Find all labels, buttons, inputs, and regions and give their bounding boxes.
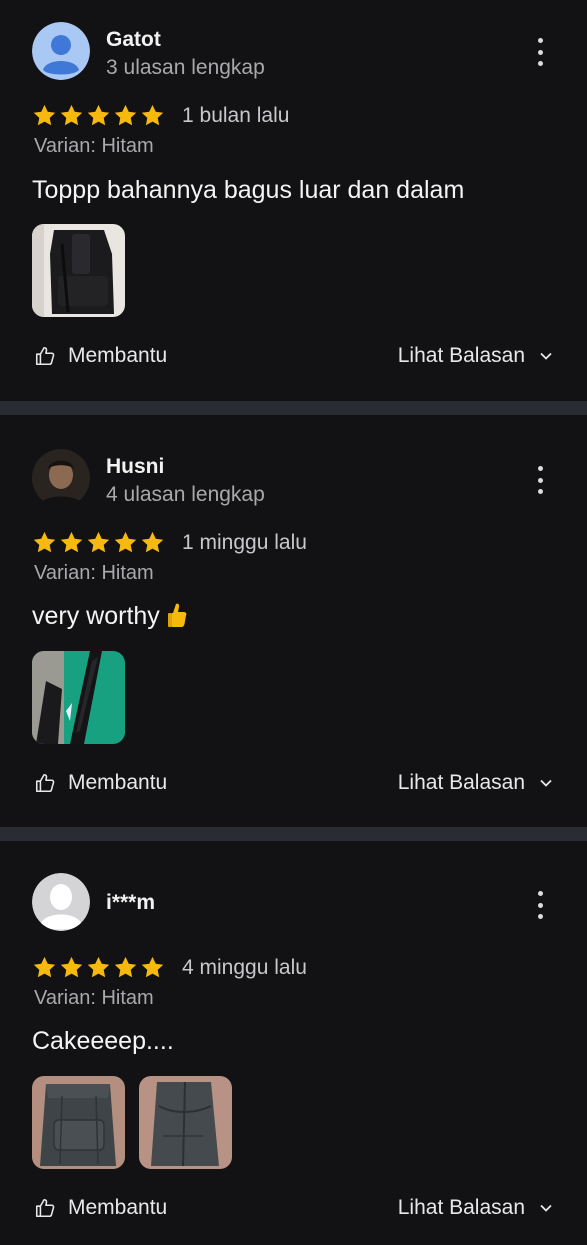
thumbs-up-emoji	[167, 603, 187, 627]
review-card: Gatot 3 ulasan lengkap 1 bulan lalu Vari…	[0, 0, 587, 401]
reviewer-name[interactable]: Gatot	[106, 28, 161, 52]
more-vert-icon	[537, 466, 543, 471]
star-icon	[60, 956, 83, 978]
star-icon	[87, 104, 110, 126]
review-text: Toppp bahannya bagus luar dan dalam	[32, 176, 465, 204]
star-rating	[32, 955, 165, 980]
view-replies-label: Lihat Balasan	[397, 771, 525, 794]
thumbs-up-outline-icon	[35, 346, 55, 366]
star-icon	[60, 531, 83, 553]
review-variant: Varian: Hitam	[34, 987, 154, 1009]
star-icon	[60, 104, 83, 126]
view-replies-button[interactable]: Lihat Balasan	[398, 344, 553, 368]
star-rating	[32, 103, 165, 128]
avatar[interactable]	[32, 449, 90, 507]
more-vert-icon	[537, 38, 543, 43]
more-options-button[interactable]	[537, 891, 543, 919]
review-photos	[32, 1076, 232, 1169]
star-icon	[114, 531, 137, 553]
view-replies-label: Lihat Balasan	[397, 1196, 525, 1219]
helpful-button[interactable]: Membantu	[34, 771, 167, 795]
review-divider	[0, 401, 587, 415]
reviewer-review-count: 3 ulasan lengkap	[106, 56, 265, 79]
star-icon	[141, 956, 164, 978]
reviewer-review-count: 4 ulasan lengkap	[106, 483, 265, 506]
view-replies-button[interactable]: Lihat Balasan	[398, 1196, 553, 1220]
chevron-down-icon	[540, 1204, 552, 1212]
review-variant: Varian: Hitam	[34, 135, 154, 157]
avatar[interactable]	[32, 873, 90, 931]
more-options-button[interactable]	[537, 466, 543, 494]
helpful-button[interactable]: Membantu	[34, 1196, 167, 1220]
review-time: 4 minggu lalu	[182, 956, 307, 979]
star-icon	[87, 531, 110, 553]
review-text-content: very worthy	[32, 602, 160, 630]
star-icon	[33, 531, 56, 553]
chevron-down-icon	[540, 352, 552, 360]
user-photo-avatar	[32, 449, 90, 507]
review-time: 1 bulan lalu	[182, 104, 290, 127]
star-rating	[32, 530, 165, 555]
helpful-button[interactable]: Membantu	[34, 344, 167, 368]
review-time: 1 minggu lalu	[182, 531, 307, 554]
default-avatar-icon	[32, 22, 90, 80]
star-icon	[33, 104, 56, 126]
view-replies-button[interactable]: Lihat Balasan	[398, 771, 553, 795]
review-photo[interactable]	[139, 1076, 232, 1169]
review-divider	[0, 827, 587, 841]
view-replies-label: Lihat Balasan	[397, 344, 525, 367]
helpful-label: Membantu	[68, 771, 168, 794]
thumbs-up-outline-icon	[35, 773, 55, 793]
reviewer-name[interactable]: i***m	[106, 891, 155, 915]
review-photo[interactable]	[32, 651, 125, 744]
star-icon	[114, 104, 137, 126]
review-text: very worthy	[32, 602, 188, 631]
helpful-label: Membantu	[68, 344, 168, 367]
more-options-button[interactable]	[537, 38, 543, 66]
review-variant: Varian: Hitam	[34, 562, 154, 584]
star-icon	[141, 531, 164, 553]
star-icon	[141, 104, 164, 126]
star-icon	[33, 956, 56, 978]
review-photo[interactable]	[32, 224, 125, 317]
review-card: Husni 4 ulasan lengkap 1 minggu lalu Var…	[0, 415, 587, 827]
star-icon	[114, 956, 137, 978]
star-icon	[87, 956, 110, 978]
review-photos	[32, 651, 125, 744]
review-photos	[32, 224, 125, 317]
reviewer-name[interactable]: Husni	[106, 455, 164, 479]
review-text: Cakeeeep....	[32, 1027, 174, 1055]
avatar[interactable]	[32, 22, 90, 80]
chevron-down-icon	[540, 779, 552, 787]
thumbs-up-outline-icon	[35, 1198, 55, 1218]
review-card: i***m 4 minggu lalu Varian: Hitam Cakeee…	[0, 841, 587, 1245]
helpful-label: Membantu	[68, 1196, 168, 1219]
anonymous-avatar-icon	[32, 873, 90, 931]
more-vert-icon	[537, 891, 543, 896]
review-photo[interactable]	[32, 1076, 125, 1169]
